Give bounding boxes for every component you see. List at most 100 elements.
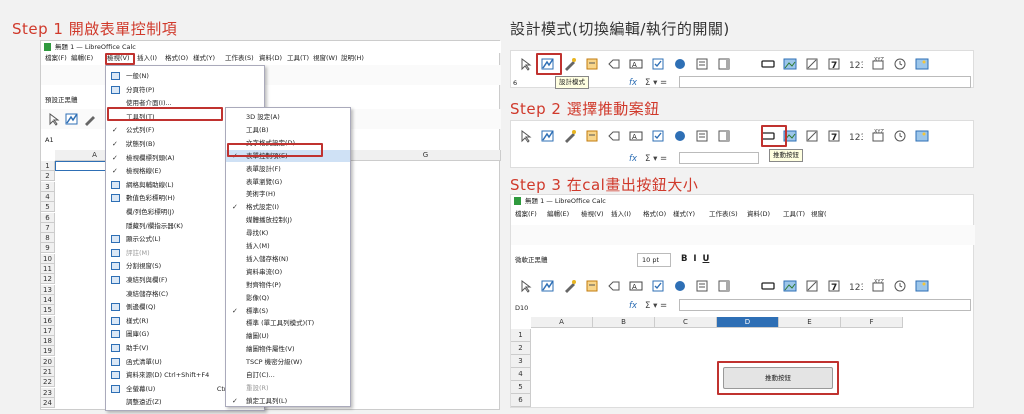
cell-ref[interactable]: A1 bbox=[45, 137, 54, 144]
option-button-icon[interactable] bbox=[673, 129, 687, 143]
formatted-field-icon[interactable]: XYZ bbox=[871, 57, 885, 71]
date-field-icon[interactable] bbox=[805, 129, 819, 143]
step3-menu-item[interactable]: 視窗( bbox=[811, 211, 827, 218]
row-header[interactable]: 18 bbox=[41, 336, 55, 347]
row-header[interactable]: 12 bbox=[41, 274, 55, 285]
control-wizard-icon[interactable] bbox=[563, 57, 577, 71]
design-mode-icon[interactable] bbox=[65, 112, 79, 126]
menu-item[interactable]: 工作表(S) bbox=[225, 55, 254, 62]
list-box-icon[interactable] bbox=[695, 129, 709, 143]
select-icon[interactable] bbox=[47, 112, 61, 126]
view-menu-item[interactable]: 一般(N) bbox=[106, 70, 264, 82]
menu-item[interactable]: 插入(I) bbox=[137, 55, 157, 62]
step3-menu-item[interactable]: 編輯(E) bbox=[547, 211, 569, 218]
step3-col-header[interactable]: C bbox=[655, 317, 717, 328]
step3-col-header[interactable]: A bbox=[531, 317, 593, 328]
row-header[interactable]: 11 bbox=[41, 264, 55, 274]
time-field-icon[interactable] bbox=[893, 279, 907, 293]
time-field-icon[interactable] bbox=[893, 129, 907, 143]
label-icon[interactable] bbox=[607, 57, 621, 71]
style-box[interactable]: 預設正黑體 bbox=[45, 97, 78, 104]
step3-col-header[interactable]: F bbox=[841, 317, 903, 328]
menu-item[interactable]: 格式(O) bbox=[165, 55, 188, 62]
row-header[interactable]: 3 bbox=[41, 181, 55, 192]
toolbar-menu-item[interactable]: 插入儲存格(N) bbox=[226, 253, 350, 265]
row-header[interactable]: 4 bbox=[41, 191, 55, 202]
image-control-icon[interactable] bbox=[915, 129, 929, 143]
form-properties-icon[interactable] bbox=[585, 279, 599, 293]
image-control-icon[interactable] bbox=[915, 279, 929, 293]
option-button-icon[interactable] bbox=[673, 279, 687, 293]
row-header[interactable]: 6 bbox=[41, 212, 55, 223]
step3-menu-item[interactable]: 資料(D) bbox=[747, 211, 770, 218]
step3-row-header[interactable]: 6 bbox=[511, 394, 531, 407]
design-mode-icon[interactable] bbox=[541, 129, 555, 143]
label-icon[interactable] bbox=[607, 279, 621, 293]
control-wizard-icon[interactable] bbox=[563, 129, 577, 143]
row-header[interactable]: 15 bbox=[41, 305, 55, 316]
row-header[interactable]: 22 bbox=[41, 377, 55, 388]
toolbar-menu-item[interactable]: 資料串流(O) bbox=[226, 266, 350, 278]
date-field-icon[interactable] bbox=[805, 57, 819, 71]
row-header[interactable]: 8 bbox=[41, 233, 55, 244]
view-menu-item[interactable]: 分頁符(P) bbox=[106, 84, 264, 96]
step3-menu-item[interactable]: 插入(I) bbox=[611, 211, 631, 218]
row-header[interactable]: 9 bbox=[41, 243, 55, 254]
toolbar-menu-item[interactable]: 尋找(K) bbox=[226, 227, 350, 239]
toolbar-menu-item[interactable]: 工具(B) bbox=[226, 124, 350, 136]
text-box-icon[interactable]: A bbox=[629, 279, 643, 293]
step3-style-box[interactable]: 微軟正黑體 bbox=[515, 257, 548, 264]
control-wizard-icon[interactable] bbox=[563, 279, 577, 293]
toolbar-menu-item[interactable]: 媒體播放控制(J) bbox=[226, 214, 350, 226]
numeric-field-icon[interactable]: 7 bbox=[827, 129, 841, 143]
image-button-icon[interactable] bbox=[783, 279, 797, 293]
step3-menu-item[interactable]: 格式(O) bbox=[643, 211, 666, 218]
image-control-icon[interactable] bbox=[915, 57, 929, 71]
col-g[interactable]: G bbox=[351, 150, 501, 161]
select-icon[interactable] bbox=[519, 57, 533, 71]
toolbar-menu-item[interactable]: TSCP 機密分級(W) bbox=[226, 356, 350, 368]
numeric-123-icon[interactable]: 123 bbox=[849, 57, 863, 71]
combo-box-icon[interactable] bbox=[717, 57, 731, 71]
select-icon[interactable] bbox=[519, 129, 533, 143]
menu-item[interactable]: 工具(T) bbox=[287, 55, 309, 62]
design-mode-icon[interactable] bbox=[541, 279, 555, 293]
push-button-icon[interactable] bbox=[761, 279, 775, 293]
step3-col-header[interactable]: E bbox=[779, 317, 841, 328]
numeric-field-icon[interactable]: 7 bbox=[827, 57, 841, 71]
form-properties-icon[interactable] bbox=[585, 129, 599, 143]
step3-menu-item[interactable]: 樣式(Y) bbox=[673, 211, 695, 218]
row-header[interactable]: 21 bbox=[41, 367, 55, 377]
menu-item[interactable]: 視窗(W) bbox=[313, 55, 338, 62]
row-header[interactable]: 7 bbox=[41, 222, 55, 233]
menu-item[interactable]: 樣式(Y) bbox=[193, 55, 215, 62]
row-header[interactable]: 2 bbox=[41, 171, 55, 182]
numeric-123-icon[interactable]: 123 bbox=[849, 279, 863, 293]
toolbar-menu-item[interactable]: 重設(R) bbox=[226, 382, 350, 394]
toolbar-menu-item[interactable]: 表單瀏覽(G) bbox=[226, 176, 350, 188]
text-box-icon[interactable]: A bbox=[629, 129, 643, 143]
row-header[interactable]: 23 bbox=[41, 387, 55, 398]
toolbar-menu-item[interactable]: 3D 設定(A) bbox=[226, 111, 350, 123]
menu-item[interactable]: 檔案(F) bbox=[45, 55, 67, 62]
row-header[interactable]: 19 bbox=[41, 346, 55, 357]
toolbar-menu-item[interactable]: 繪圖物件屬性(V) bbox=[226, 343, 350, 355]
toolbar-menu-item[interactable]: 表單設計(F) bbox=[226, 163, 350, 175]
design-cell-ref[interactable]: 6 bbox=[513, 80, 517, 87]
row-header[interactable]: 5 bbox=[41, 202, 55, 213]
step3-menu-item[interactable]: 工具(T) bbox=[783, 211, 805, 218]
check-box-icon[interactable] bbox=[651, 279, 665, 293]
time-field-icon[interactable] bbox=[893, 57, 907, 71]
date-field-icon[interactable] bbox=[805, 279, 819, 293]
step3-menu-item[interactable]: 工作表(S) bbox=[709, 211, 738, 218]
step3-row-header[interactable]: 5 bbox=[511, 381, 531, 394]
select-icon[interactable] bbox=[519, 279, 533, 293]
option-button-icon[interactable] bbox=[673, 57, 687, 71]
check-box-icon[interactable] bbox=[651, 57, 665, 71]
row-header[interactable]: 16 bbox=[41, 315, 55, 326]
row-header[interactable]: 20 bbox=[41, 356, 55, 367]
label-icon[interactable] bbox=[607, 129, 621, 143]
toolbar-menu-item[interactable]: 美術字(H) bbox=[226, 188, 350, 200]
toolbar-menu-item[interactable]: 自訂(C)... bbox=[226, 369, 350, 381]
toolbar-menu-item[interactable]: 繪圖(U) bbox=[226, 330, 350, 342]
